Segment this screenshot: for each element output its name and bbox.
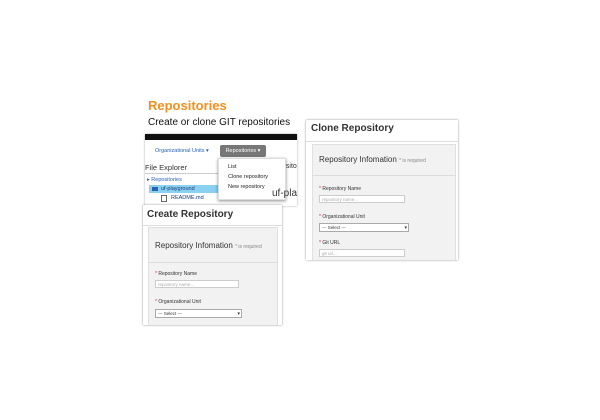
organizational-unit-select[interactable]: --- Select --- ▾ [319,223,409,232]
organizational-unit-label: * Organizational Unit [155,299,201,305]
repository-name-label: * Repository Name [319,186,361,192]
modal-divider [143,225,282,226]
panel-title: Repository Infomation * is required [155,241,262,250]
file-icon [161,195,167,202]
organizational-unit-select[interactable]: --- Select --- ▾ [155,309,242,318]
repository-info-panel: Repository Infomation * is required * Re… [312,144,456,260]
panel-divider [149,262,277,263]
git-url-label: * Git URL [319,240,341,246]
nav-organizational-units[interactable]: Organizational Units ▾ [155,148,209,154]
chevron-down-icon: ▾ [237,311,240,317]
organizational-unit-label: * Organizational Unit [319,214,365,220]
folder-icon [152,187,158,191]
repository-name-input[interactable]: repository name... [155,280,239,288]
nav-repositories-button[interactable]: Repositories ▾ [220,145,266,157]
tree-item-readme[interactable]: README.md [171,195,204,201]
menu-item-clone-repository[interactable]: Clone repository [228,174,268,180]
tree-item-uf-playground[interactable]: uf-playground [161,186,195,192]
tree-item-repositories[interactable]: ▸ Repositories [147,177,182,183]
panel-title: Repository Infomation * is required [319,155,426,164]
clone-repository-screenshot: Clone Repository Repository Infomation *… [306,120,458,260]
page-subtitle: Create or clone GIT repositories [148,117,291,128]
top-bar [145,134,297,140]
file-explorer-title: File Explorer [145,163,188,172]
menu-item-list[interactable]: List [228,164,237,170]
repository-info-panel: Repository Infomation * is required * Re… [148,227,278,325]
repository-name-label: * Repository Name [155,271,197,277]
create-repository-screenshot: Create Repository Repository Infomation … [143,205,282,325]
menu-item-new-repository[interactable]: New repository [228,184,265,190]
cropped-text-large: uf-pla [272,188,298,199]
modal-title: Create Repository [147,209,234,220]
file-explorer-divider [145,173,225,174]
chevron-down-icon: ▾ [404,225,407,231]
page-title: Repositories [148,98,227,113]
modal-title: Clone Repository [311,123,394,134]
panel-divider [313,175,455,176]
modal-divider [306,141,458,142]
repository-name-input[interactable]: repository name... [319,195,405,203]
git-url-input[interactable]: git url... [319,249,405,257]
